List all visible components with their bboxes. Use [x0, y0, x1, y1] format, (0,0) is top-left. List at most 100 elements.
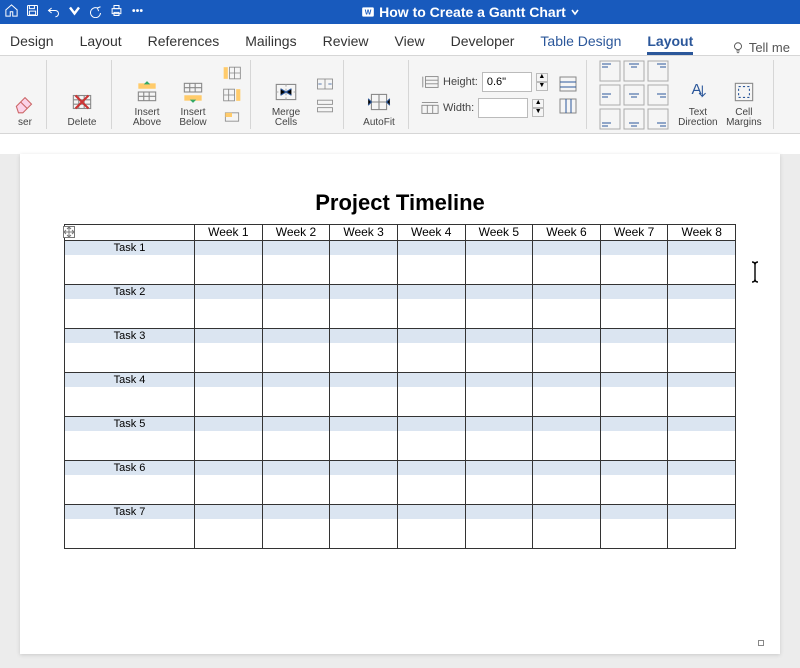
insert-left-button[interactable]: [220, 63, 244, 83]
table-cell[interactable]: [533, 285, 601, 329]
align-ml-button[interactable]: [599, 84, 621, 106]
table-cell[interactable]: [262, 373, 330, 417]
align-mc-button[interactable]: [623, 84, 645, 106]
task-label-cell[interactable]: Task 2: [65, 285, 195, 329]
width-down-button[interactable]: ▼: [532, 108, 544, 117]
table-cell[interactable]: [195, 505, 263, 549]
height-up-button[interactable]: ▲: [536, 73, 548, 82]
header-corner[interactable]: [65, 225, 195, 241]
table-cell[interactable]: [262, 285, 330, 329]
tab-mailings[interactable]: Mailings: [245, 33, 296, 55]
tab-table-design[interactable]: Table Design: [540, 33, 621, 55]
table-cell[interactable]: [600, 329, 668, 373]
table-cell[interactable]: [668, 329, 736, 373]
redo-icon[interactable]: [88, 3, 103, 21]
table-resize-handle[interactable]: [758, 640, 764, 646]
task-label-cell[interactable]: Task 6: [65, 461, 195, 505]
header-week[interactable]: Week 6: [533, 225, 601, 241]
tab-design[interactable]: Design: [10, 33, 54, 55]
table-row[interactable]: Task 3: [65, 329, 736, 373]
table-cell[interactable]: [465, 461, 533, 505]
table-cell[interactable]: [600, 285, 668, 329]
table-cell[interactable]: [262, 329, 330, 373]
table-cell[interactable]: [397, 461, 465, 505]
table-cell[interactable]: [600, 461, 668, 505]
task-label-cell[interactable]: Task 5: [65, 417, 195, 461]
header-week[interactable]: Week 1: [195, 225, 263, 241]
tab-references[interactable]: References: [148, 33, 220, 55]
table-cell[interactable]: [533, 373, 601, 417]
merge-cells-button[interactable]: Merge Cells: [263, 62, 309, 128]
tell-me-search[interactable]: Tell me: [731, 40, 790, 55]
table-cell[interactable]: [668, 241, 736, 285]
tab-view[interactable]: View: [395, 33, 425, 55]
page[interactable]: Project Timeline Week 1 Week 2 Week 3 We…: [20, 154, 780, 654]
table-cell[interactable]: [668, 417, 736, 461]
tab-review[interactable]: Review: [323, 33, 369, 55]
table-cell[interactable]: [668, 285, 736, 329]
task-label-cell[interactable]: Task 3: [65, 329, 195, 373]
table-cell[interactable]: [465, 505, 533, 549]
split-cells-button[interactable]: [313, 74, 337, 94]
table-cell[interactable]: [195, 373, 263, 417]
save-icon[interactable]: [25, 3, 40, 21]
distribute-rows-button[interactable]: [556, 74, 580, 94]
tab-table-layout[interactable]: Layout: [647, 33, 693, 55]
width-up-button[interactable]: ▲: [532, 99, 544, 108]
height-input[interactable]: [482, 72, 532, 92]
table-cell[interactable]: [397, 329, 465, 373]
height-down-button[interactable]: ▼: [536, 82, 548, 91]
table-move-handle[interactable]: [63, 226, 75, 238]
table-cell[interactable]: [262, 241, 330, 285]
autofit-button[interactable]: AutoFit: [356, 62, 402, 128]
table-cell[interactable]: [397, 505, 465, 549]
delete-button[interactable]: Delete: [59, 62, 105, 128]
table-cell[interactable]: [465, 329, 533, 373]
table-cell[interactable]: [600, 373, 668, 417]
table-header-row[interactable]: Week 1 Week 2 Week 3 Week 4 Week 5 Week …: [65, 225, 736, 241]
table-cell[interactable]: [600, 417, 668, 461]
table-cell[interactable]: [195, 329, 263, 373]
document-area[interactable]: Project Timeline Week 1 Week 2 Week 3 We…: [0, 154, 800, 668]
table-cell[interactable]: [600, 505, 668, 549]
table-cell[interactable]: [262, 417, 330, 461]
insert-cells-button[interactable]: [220, 107, 244, 127]
header-week[interactable]: Week 4: [397, 225, 465, 241]
more-icon[interactable]: [130, 3, 145, 21]
table-cell[interactable]: [195, 417, 263, 461]
table-cell[interactable]: [397, 285, 465, 329]
table-cell[interactable]: [668, 505, 736, 549]
table-cell[interactable]: [533, 461, 601, 505]
insert-above-button[interactable]: Insert Above: [124, 62, 170, 128]
table-cell[interactable]: [195, 241, 263, 285]
table-cell[interactable]: [668, 373, 736, 417]
tab-layout[interactable]: Layout: [80, 33, 122, 55]
table-cell[interactable]: [262, 505, 330, 549]
align-br-button[interactable]: [647, 108, 669, 130]
undo-dropdown-icon[interactable]: [67, 3, 82, 21]
table-cell[interactable]: [533, 505, 601, 549]
page-title[interactable]: Project Timeline: [32, 190, 768, 216]
table-cell[interactable]: [465, 285, 533, 329]
task-label-cell[interactable]: Task 7: [65, 505, 195, 549]
insert-below-button[interactable]: Insert Below: [170, 62, 216, 128]
table-row[interactable]: Task 2: [65, 285, 736, 329]
table-cell[interactable]: [195, 461, 263, 505]
cell-margins-button[interactable]: Cell Margins: [721, 62, 767, 128]
table-cell[interactable]: [397, 417, 465, 461]
table-cell[interactable]: [195, 285, 263, 329]
table-cell[interactable]: [465, 241, 533, 285]
table-cell[interactable]: [465, 417, 533, 461]
table-cell[interactable]: [330, 241, 398, 285]
align-tl-button[interactable]: [599, 60, 621, 82]
table-cell[interactable]: [600, 241, 668, 285]
header-week[interactable]: Week 3: [330, 225, 398, 241]
table-cell[interactable]: [465, 373, 533, 417]
home-icon[interactable]: [4, 3, 19, 21]
header-week[interactable]: Week 7: [600, 225, 668, 241]
table-row[interactable]: Task 4: [65, 373, 736, 417]
width-input[interactable]: [478, 98, 528, 118]
task-label-cell[interactable]: Task 4: [65, 373, 195, 417]
print-icon[interactable]: [109, 3, 124, 21]
distribute-cols-button[interactable]: [556, 96, 580, 116]
